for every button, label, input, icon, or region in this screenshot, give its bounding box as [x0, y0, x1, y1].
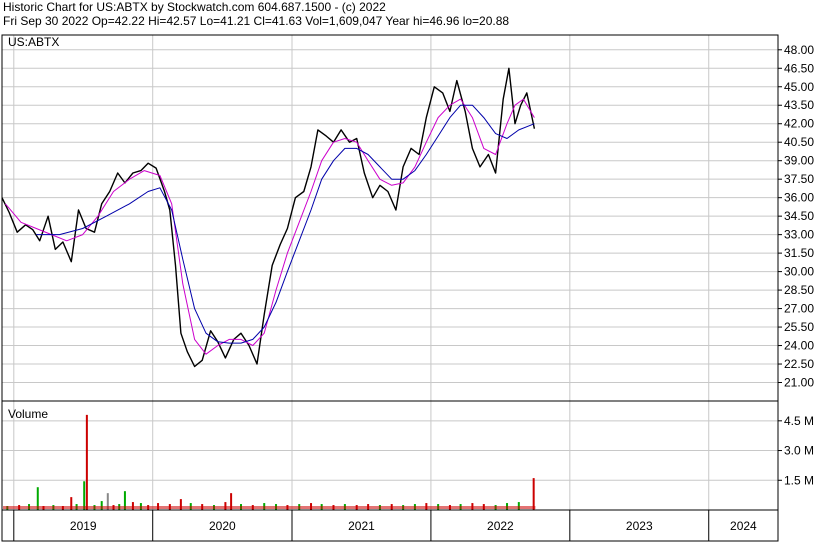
- price-tick-label: 39.00: [784, 154, 814, 168]
- volume-baseline: [3, 506, 536, 509]
- volume-gridlines: [2, 401, 778, 510]
- price-tick-label: 36.00: [784, 191, 814, 205]
- price-axis: 48.00 46.50 45.00 43.50 42.00 40.50 39.00 37.50…: [778, 43, 814, 390]
- symbol-label: US:ABTX: [8, 35, 59, 49]
- price-tick-label: 33.00: [784, 228, 814, 242]
- series-line-price: [1, 67, 536, 368]
- price-tick-label: 42.00: [784, 117, 814, 131]
- series-line-ma-long: [36, 104, 535, 344]
- time-axis-frame: [1, 509, 779, 542]
- stock-chart: 48.00 46.50 45.00 43.50 42.00 40.50 39.00 37.50…: [1, 34, 814, 542]
- price-tick-label: 43.50: [784, 98, 814, 112]
- price-tick-label: 30.00: [784, 265, 814, 279]
- price-tick-label: 21.00: [784, 376, 814, 390]
- price-tick-label: 46.50: [784, 61, 814, 75]
- price-series: [1, 67, 536, 368]
- year-tick-label: 2019: [70, 519, 97, 533]
- volume-bar: [83, 481, 86, 510]
- price-tick-label: 28.50: [784, 283, 814, 297]
- volume-tick-label: 1.5 M: [784, 473, 814, 487]
- price-tick-label: 45.00: [784, 80, 814, 94]
- year-tick-label: 2021: [348, 519, 375, 533]
- volume-tick-label: 4.5 M: [784, 414, 814, 428]
- price-tick-label: 40.50: [784, 135, 814, 149]
- volume-tick-label: 3.0 M: [784, 444, 814, 458]
- volume-bar: [85, 414, 88, 510]
- volume-panel-frame: [1, 400, 779, 511]
- price-tick-label: 37.50: [784, 172, 814, 186]
- volume-bars: [3, 414, 536, 510]
- price-tick-label: 31.50: [784, 246, 814, 260]
- year-tick-label: 2022: [487, 519, 514, 533]
- price-tick-label: 27.00: [784, 302, 814, 316]
- price-panel-frame: [1, 34, 779, 402]
- volume-bar: [532, 478, 535, 510]
- volume-label: Volume: [8, 407, 48, 421]
- price-tick-label: 34.50: [784, 209, 814, 223]
- price-gridlines: [2, 35, 778, 401]
- price-tick-label: 48.00: [784, 43, 814, 57]
- time-axis: 2019 2020 2021 2022 2023 2024: [13, 510, 757, 541]
- year-tick-label: 2020: [209, 519, 236, 533]
- year-tick-label: 2024: [730, 519, 757, 533]
- price-tick-label: 22.50: [784, 357, 814, 371]
- price-tick-label: 25.50: [784, 320, 814, 334]
- volume-axis: 4.5 M 3.0 M 1.5 M: [778, 414, 814, 487]
- price-tick-label: 24.00: [784, 339, 814, 353]
- year-tick-label: 2023: [626, 519, 653, 533]
